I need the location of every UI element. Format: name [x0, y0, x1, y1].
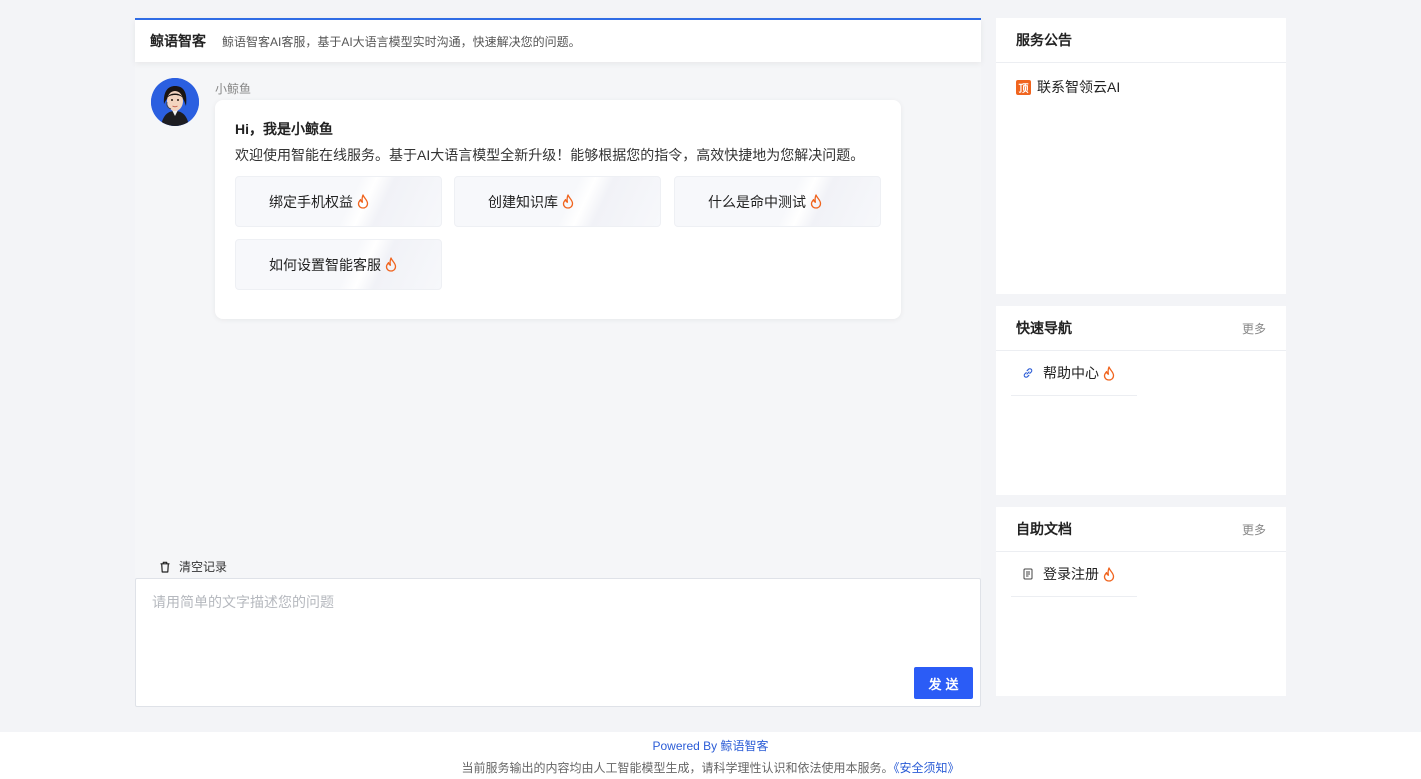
bot-avatar — [151, 78, 199, 126]
intro-text: 欢迎使用智能在线服务。基于AI大语言模型全新升级！能够根据您的指令，高效快捷地为… — [235, 147, 865, 163]
quick-nav-label: 帮助中心 — [1043, 365, 1099, 381]
announcements-header: 服务公告 — [996, 18, 1286, 63]
pinned-badge: 顶 — [1016, 79, 1031, 95]
footer-notice-text: 当前服务输出的内容均由人工智能模型生成，请科学理性认识和依法使用本服务。 — [461, 761, 894, 775]
quick-question-card[interactable]: 什么是命中测试 — [674, 176, 881, 227]
clear-history-button[interactable]: 清空记录 — [159, 558, 227, 575]
footer-notice: 当前服务输出的内容均由人工智能模型生成，请科学理性认识和依法使用本服务。《安全须… — [0, 759, 1421, 776]
powered-by-prefix: Powered By — [652, 739, 718, 753]
message-input-box: 发送 — [135, 578, 981, 707]
chat-panel: 鲸语智客 鲸语智客AI客服，基于AI大语言模型实时沟通，快速解决您的问题。 小鲸… — [135, 18, 981, 707]
fire-icon — [810, 194, 822, 209]
self-help-label: 登录注册 — [1043, 566, 1099, 582]
quick-question-card[interactable]: 如何设置智能客服 — [235, 239, 442, 290]
self-help-card: 自助文档 更多 登录注册 — [996, 507, 1286, 696]
document-icon — [1022, 568, 1034, 580]
send-button[interactable]: 发送 — [914, 667, 973, 699]
quick-question-label: 如何设置智能客服 — [269, 256, 381, 273]
fire-icon — [1103, 365, 1115, 381]
quick-nav-title: 快速导航 — [1016, 320, 1072, 336]
announcement-item[interactable]: 顶 联系智领云AI — [1016, 77, 1286, 97]
self-help-more-link[interactable]: 更多 — [1242, 521, 1266, 538]
fire-icon — [357, 194, 369, 209]
brand-name: 鲸语智客 — [150, 33, 206, 49]
greeting-text: Hi，我是小鲸鱼 — [235, 121, 333, 137]
quick-question-label: 绑定手机权益 — [269, 193, 353, 210]
powered-by: Powered By 鲸语智客 — [0, 737, 1421, 754]
announcements-card: 服务公告 顶 联系智领云AI — [996, 18, 1286, 294]
announcement-label: 联系智领云AI — [1037, 79, 1121, 95]
fire-icon — [1103, 566, 1115, 582]
quick-nav-item[interactable]: 帮助中心 — [1011, 351, 1137, 396]
footer: Powered By 鲸语智客 当前服务输出的内容均由人工智能模型生成，请科学理… — [0, 732, 1421, 779]
powered-by-brand-link[interactable]: 鲸语智客 — [721, 739, 769, 753]
self-help-item[interactable]: 登录注册 — [1011, 552, 1137, 597]
link-icon — [1022, 367, 1034, 379]
welcome-message: Hi，我是小鲸鱼 欢迎使用智能在线服务。基于AI大语言模型全新升级！能够根据您的… — [215, 100, 901, 319]
message-input[interactable] — [136, 579, 980, 659]
fire-icon — [385, 257, 397, 272]
safety-notice-link[interactable]: 《安全须知》 — [894, 761, 960, 775]
quick-question-label: 什么是命中测试 — [708, 193, 806, 210]
quick-nav-header: 快速导航 更多 — [996, 306, 1286, 351]
clear-history-label: 清空记录 — [179, 560, 228, 574]
quick-nav-card: 快速导航 更多 帮助中心 — [996, 306, 1286, 495]
quick-question-label: 创建知识库 — [488, 193, 558, 210]
chat-header: 鲸语智客 鲸语智客AI客服，基于AI大语言模型实时沟通，快速解决您的问题。 — [135, 18, 981, 62]
quick-question-card[interactable]: 创建知识库 — [454, 176, 661, 227]
quick-question-card[interactable]: 绑定手机权益 — [235, 176, 442, 227]
fire-icon — [562, 194, 574, 209]
bot-name: 小鲸鱼 — [215, 82, 252, 96]
self-help-header: 自助文档 更多 — [996, 507, 1286, 552]
announcements-title: 服务公告 — [1016, 32, 1072, 48]
trash-icon — [160, 561, 170, 573]
quick-nav-more-link[interactable]: 更多 — [1242, 320, 1266, 337]
self-help-title: 自助文档 — [1016, 521, 1072, 537]
header-description: 鲸语智客AI客服，基于AI大语言模型实时沟通，快速解决您的问题。 — [222, 34, 581, 49]
